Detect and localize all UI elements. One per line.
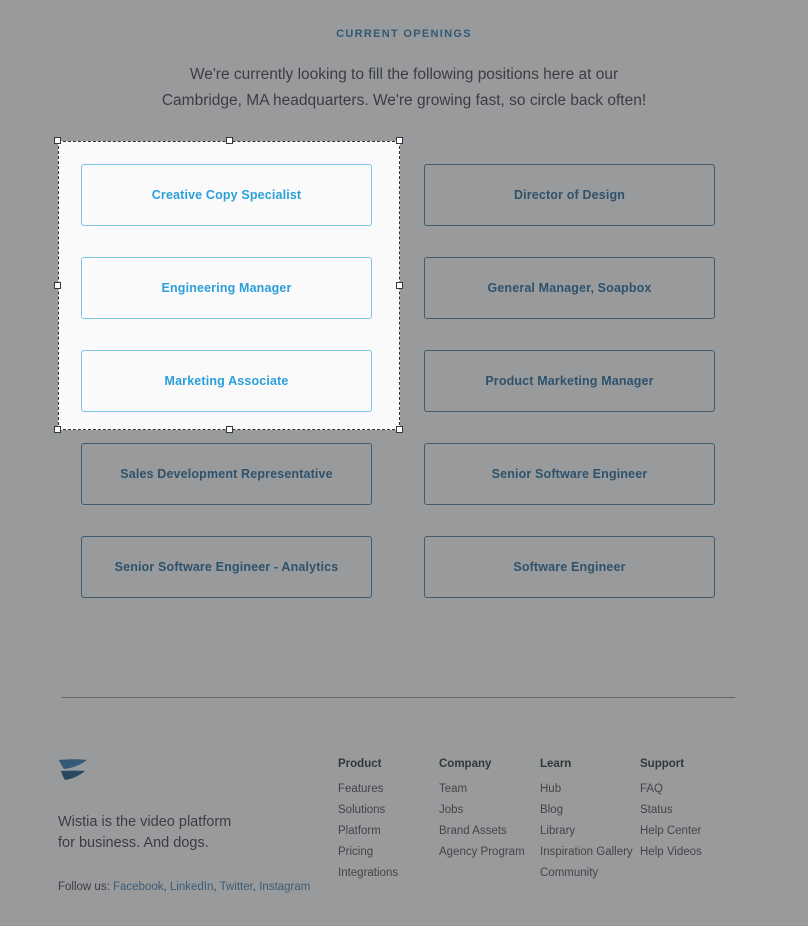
social-sep: , [163, 881, 167, 893]
job-button-engineering-manager-selected[interactable]: Engineering Manager [81, 257, 372, 319]
social-link-instagram[interactable]: Instagram [259, 881, 310, 893]
job-button-general-manager-soapbox[interactable]: General Manager, Soapbox [424, 257, 715, 319]
footer-column-product: Product Features Solutions Platform Pric… [338, 758, 439, 888]
selection-handle-bottom-left[interactable] [54, 426, 61, 433]
social-link-facebook[interactable]: Facebook [113, 881, 164, 893]
selection-handle-middle-left[interactable] [54, 282, 61, 289]
job-button-creative-copy-specialist-selected[interactable]: Creative Copy Specialist [81, 164, 372, 226]
footer-column-company: Company Team Jobs Brand Assets Agency Pr… [439, 758, 540, 888]
footer-link-pricing[interactable]: Pricing [338, 846, 439, 858]
job-row: Marketing Associate Product Marketing Ma… [81, 350, 400, 412]
footer-link-team[interactable]: Team [439, 783, 540, 795]
selection-handle-middle-right[interactable] [396, 282, 403, 289]
wistia-logo [59, 759, 87, 780]
careers-page: CURRENT OPENINGS We're currently looking… [0, 0, 808, 926]
footer-link-hub[interactable]: Hub [540, 783, 640, 795]
job-button-product-marketing-manager[interactable]: Product Marketing Manager [424, 350, 715, 412]
job-button-sales-development-representative[interactable]: Sales Development Representative [81, 443, 372, 505]
section-eyebrow: CURRENT OPENINGS [336, 28, 472, 40]
job-row: Creative Copy Specialist Director of Des… [81, 164, 400, 226]
footer-link-help-center[interactable]: Help Center [640, 825, 741, 837]
footer-link-library[interactable]: Library [540, 825, 640, 837]
footer-link-platform[interactable]: Platform [338, 825, 439, 837]
job-row: Engineering Manager General Manager, Soa… [81, 257, 400, 319]
job-button-senior-software-engineer-analytics[interactable]: Senior Software Engineer - Analytics [81, 536, 372, 598]
selection-region[interactable]: Creative Copy Specialist Director of Des… [58, 141, 400, 430]
selection-handle-top-left[interactable] [54, 137, 61, 144]
footer-column-support: Support FAQ Status Help Center Help Vide… [640, 758, 741, 888]
job-button-director-of-design[interactable]: Director of Design [424, 164, 715, 226]
footer-link-features[interactable]: Features [338, 783, 439, 795]
footer-link-integrations[interactable]: Integrations [338, 867, 439, 879]
section-description: We're currently looking to fill the foll… [0, 62, 808, 114]
selection-content: Creative Copy Specialist Director of Des… [58, 141, 400, 430]
footer-link-brand-assets[interactable]: Brand Assets [439, 825, 540, 837]
footer-column-title: Support [640, 758, 685, 770]
job-row: Sales Development Representative Senior … [81, 443, 715, 505]
footer-link-columns: Product Features Solutions Platform Pric… [338, 758, 741, 888]
job-button-software-engineer[interactable]: Software Engineer [424, 536, 715, 598]
footer-column-title: Company [439, 758, 492, 770]
selection-handle-bottom-center[interactable] [226, 426, 233, 433]
footer-link-faq[interactable]: FAQ [640, 783, 741, 795]
footer-link-community[interactable]: Community [540, 867, 640, 879]
description-line-2: Cambridge, MA headquarters. We're growin… [161, 92, 647, 109]
social-link-twitter[interactable]: Twitter [220, 881, 253, 893]
social-sep: , [252, 881, 257, 893]
footer-link-jobs[interactable]: Jobs [439, 804, 540, 816]
selection-handle-top-center[interactable] [226, 137, 233, 144]
footer-divider [62, 697, 735, 698]
selection-handle-top-right[interactable] [396, 137, 403, 144]
job-row: Senior Software Engineer - Analytics Sof… [81, 536, 715, 598]
selection-handle-bottom-right[interactable] [396, 426, 403, 433]
footer-column-learn: Learn Hub Blog Library Inspiration Galle… [540, 758, 640, 888]
footer-link-blog[interactable]: Blog [540, 804, 640, 816]
description-line-1: We're currently looking to fill the foll… [189, 66, 619, 83]
footer-link-inspiration-gallery[interactable]: Inspiration Gallery [540, 846, 640, 858]
social-link-linkedin[interactable]: LinkedIn [170, 881, 213, 893]
footer-link-solutions[interactable]: Solutions [338, 804, 439, 816]
job-button-senior-software-engineer[interactable]: Senior Software Engineer [424, 443, 715, 505]
footer-column-title: Product [338, 758, 382, 770]
footer-link-agency-program[interactable]: Agency Program [439, 846, 540, 858]
social-sep: , [213, 881, 217, 893]
footer-link-help-videos[interactable]: Help Videos [640, 846, 741, 858]
job-button-marketing-associate-selected[interactable]: Marketing Associate [81, 350, 372, 412]
follow-us-label: Follow us: [58, 881, 110, 893]
footer-column-title: Learn [540, 758, 572, 770]
footer-link-status[interactable]: Status [640, 804, 741, 816]
